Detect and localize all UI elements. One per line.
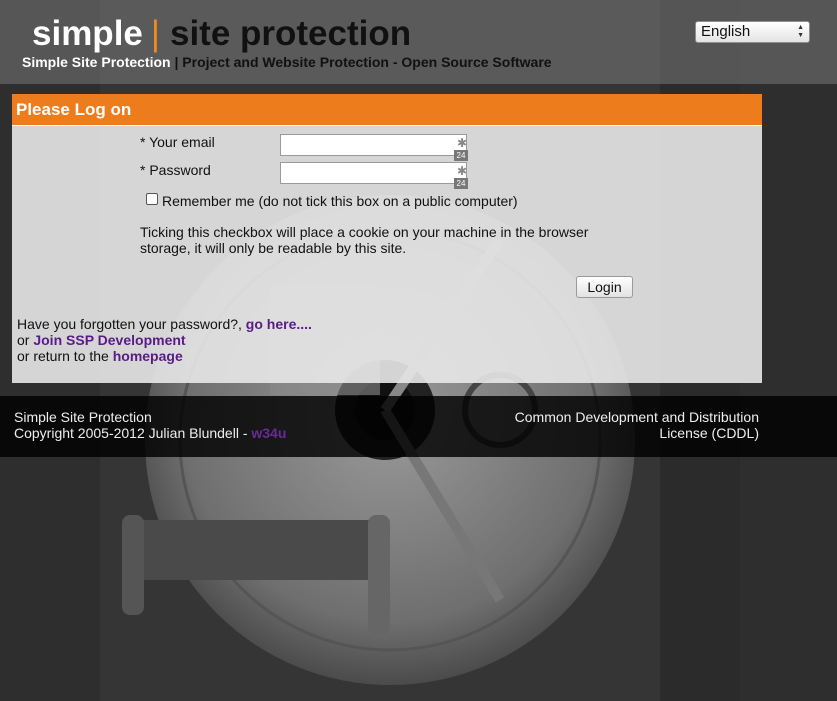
updown-arrows-icon: ▲ ▼ — [797, 24, 804, 39]
footer-left: Simple Site Protection Copyright 2005-20… — [14, 409, 286, 441]
asterisk-icon: ✱ — [457, 164, 468, 178]
logo-word-site-protection: site protection — [169, 14, 412, 53]
login-panel-title: Please Log on — [12, 94, 762, 126]
login-panel: Please Log on * Your email ✱ 24 * Passwo… — [12, 94, 762, 383]
language-select[interactable]: English ▲ ▼ — [695, 21, 810, 43]
homepage-link[interactable]: homepage — [113, 348, 183, 364]
field-badge: 24 — [454, 178, 468, 189]
footer-site-name: Simple Site Protection — [14, 409, 152, 425]
email-field[interactable] — [280, 134, 467, 156]
site-header: simple | site protection Simple Site Prote… — [0, 0, 837, 84]
join-ssp-development-link[interactable]: Join SSP Development — [33, 332, 185, 348]
logo-separator: | — [150, 14, 160, 53]
footer-license: Common Development and Distribution Lice… — [515, 409, 759, 441]
password-manager-icon[interactable]: ✱ 24 — [454, 136, 468, 161]
cookie-note: Ticking this checkbox will place a cooki… — [140, 224, 589, 256]
site-logo[interactable]: simple | site protection — [32, 12, 411, 56]
forgot-password-text: Have you forgotten your password?, — [17, 316, 242, 332]
tagline-name: Simple Site Protection — [22, 54, 171, 70]
forgot-password-link[interactable]: go here.... — [246, 316, 312, 332]
author-link[interactable]: w34u — [251, 425, 286, 441]
return-text: or return to the — [17, 348, 109, 364]
help-links: Have you forgotten your password?, go he… — [17, 316, 312, 364]
login-button[interactable]: Login — [576, 276, 633, 298]
site-tagline: Simple Site Protection | Project and Web… — [22, 53, 552, 71]
or-text: or — [17, 332, 30, 348]
remember-me-checkbox[interactable] — [146, 193, 158, 205]
language-selected-value: English — [701, 23, 751, 40]
logo-word-simple: simple — [32, 14, 143, 53]
email-label: * Your email — [140, 134, 215, 150]
password-field[interactable] — [280, 162, 467, 184]
footer-copyright: Copyright 2005-2012 Julian Blundell - — [14, 425, 248, 441]
password-manager-icon[interactable]: ✱ 24 — [454, 164, 468, 189]
tagline-description: | Project and Website Protection - Open … — [174, 54, 552, 70]
license-line-2: License (CDDL) — [659, 425, 759, 441]
asterisk-icon: ✱ — [457, 136, 468, 150]
field-badge: 24 — [454, 150, 468, 161]
license-line-1: Common Development and Distribution — [514, 409, 759, 425]
site-footer: Simple Site Protection Copyright 2005-20… — [0, 396, 837, 457]
password-label: * Password — [140, 162, 211, 178]
remember-me-label: Remember me (do not tick this box on a p… — [162, 193, 518, 209]
